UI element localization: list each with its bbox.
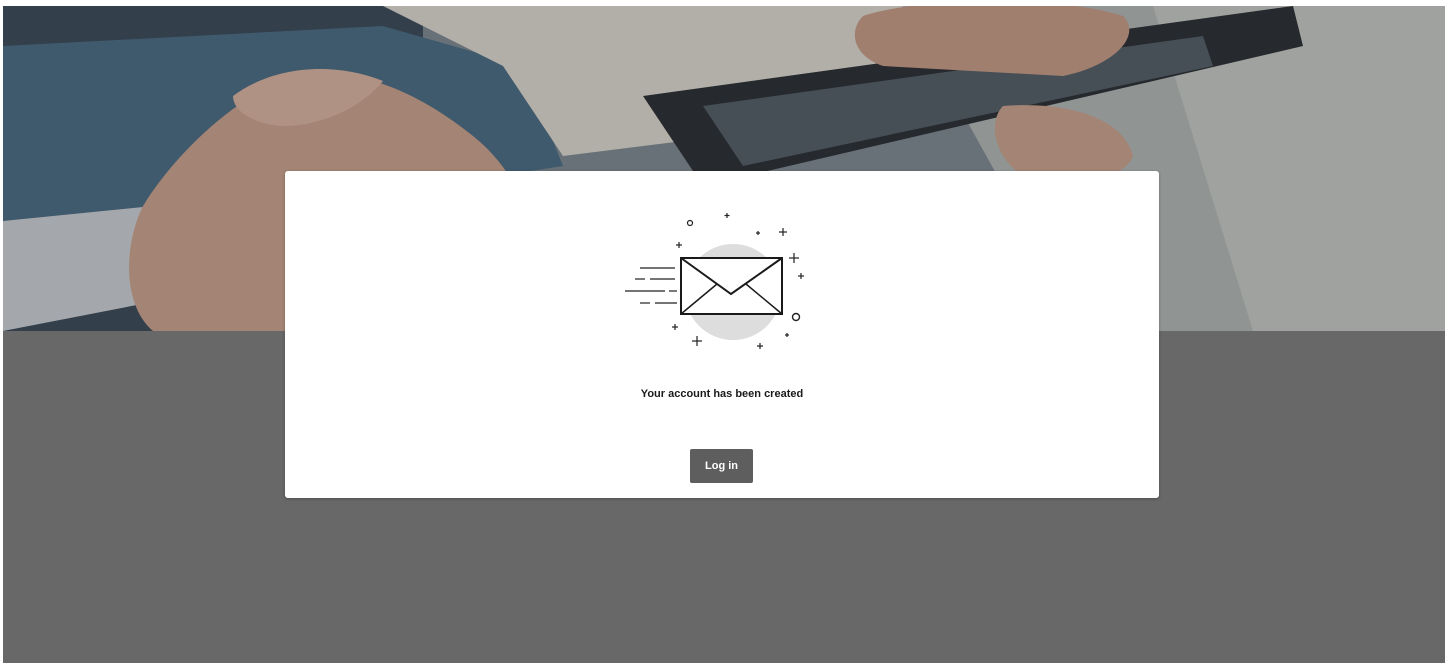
confirmation-card: Your account has been created Log in [285, 171, 1159, 498]
page: Your account has been created Log in [3, 6, 1445, 663]
mail-sent-icon [625, 213, 804, 349]
account-created-message: Your account has been created [640, 388, 804, 400]
login-button[interactable]: Log in [690, 449, 753, 483]
